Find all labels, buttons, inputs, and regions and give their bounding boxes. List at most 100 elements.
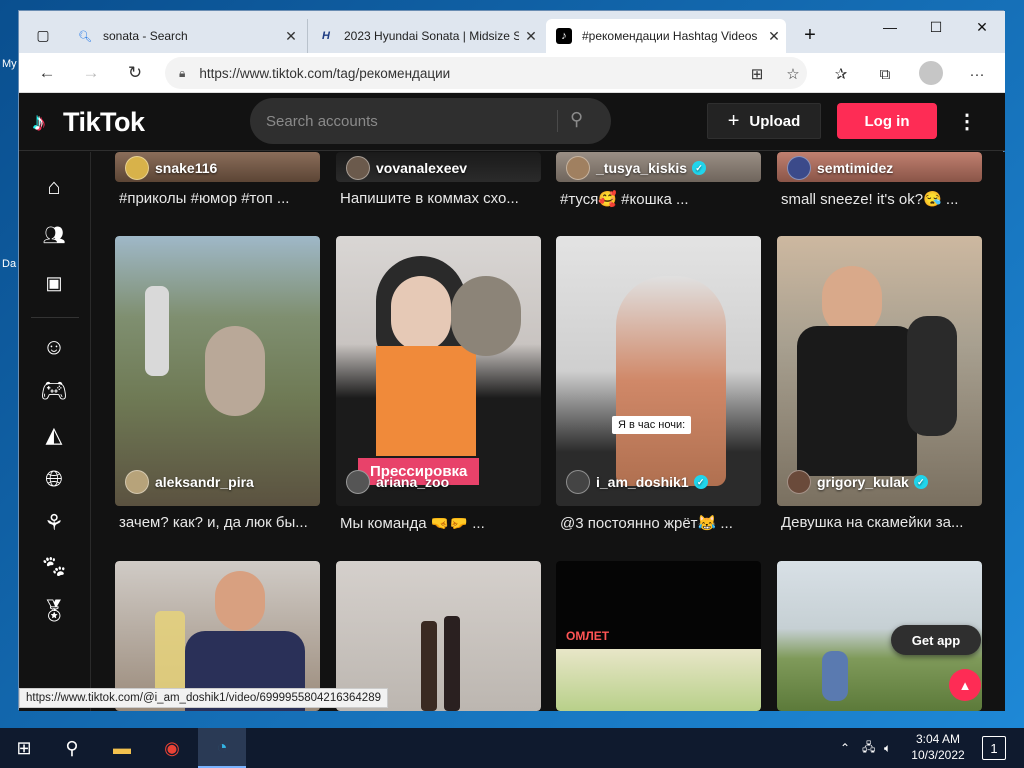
video-description[interactable]: зачем? как? и, да люк бы... (119, 514, 319, 531)
more-options-icon[interactable]: ⋮ (957, 109, 977, 134)
app-available-icon[interactable]: ⊞ (743, 60, 771, 88)
video-description[interactable]: Напишите в коммах схо... (340, 190, 540, 207)
video-description[interactable]: Девушка на скамейки за... (781, 514, 981, 531)
video-card[interactable]: vovanalexeev Напишите в коммах схо... (336, 152, 541, 222)
sidebar-divider (31, 317, 79, 318)
tab-actions-icon[interactable]: ▢ (27, 19, 59, 51)
video-overlay-text: ОМЛЕТ (566, 629, 610, 643)
video-card[interactable]: Я в час ночи: i_am_doshik1 ✓ @3 постоянно… (556, 236, 761, 546)
video-card[interactable]: snake116 #приколы #юмор #топ ... (115, 152, 320, 222)
search-icon[interactable]: ⚲ (48, 728, 96, 768)
upload-button[interactable]: + Upload (707, 103, 821, 139)
video-card[interactable]: semtimidez small sneeze! it's ok?😪 ... (777, 152, 982, 222)
video-description[interactable]: #приколы #юмор #топ ... (119, 190, 319, 207)
author-label[interactable]: _tusya_kiskis ✓ (566, 156, 707, 180)
video-description[interactable]: @3 постоянно жрёт😹 ... (560, 514, 760, 532)
person-figure (822, 651, 848, 701)
lock-icon[interactable]: 🔒︎ (179, 66, 185, 81)
close-tab-icon[interactable]: ✕ (762, 28, 786, 45)
search-box[interactable]: Search accounts ⚲ (250, 98, 611, 144)
system-clock[interactable]: 3:04 AM 10/3/2022 (900, 731, 976, 763)
live-icon[interactable]: ▣ (39, 268, 69, 298)
video-card[interactable]: aleksandr_pira зачем? как? и, да люк бы.… (115, 236, 320, 546)
video-thumbnail[interactable]: Прессировка (336, 236, 541, 506)
tab-tiktok[interactable]: ♪ #рекомендации Hashtag Videos ✕ (546, 19, 786, 53)
desktop-icon-label[interactable]: My (2, 58, 17, 70)
video-card[interactable]: _tusya_kiskis ✓ #туся🥰 #кошка ... (556, 152, 761, 222)
video-thumbnail[interactable] (115, 236, 320, 506)
desktop-icon-label[interactable]: Da (2, 258, 16, 270)
address-bar[interactable]: 🔒︎ https://www.tiktok.com/tag/рекомендац… (165, 57, 807, 89)
tab-search[interactable]: 🔍︎ sonata - Search ✕ (67, 19, 303, 53)
author-label[interactable]: grigory_kulak ✓ (787, 470, 928, 494)
author-label[interactable]: aleksandr_pira (125, 470, 254, 494)
video-card[interactable]: ОМЛЕТ (556, 561, 761, 711)
avatar (125, 470, 149, 494)
search-input[interactable]: Search accounts (266, 113, 378, 130)
animals-icon[interactable]: 🐾︎ (39, 552, 69, 582)
close-tab-icon[interactable]: ✕ (279, 28, 303, 45)
goat-figure (205, 326, 265, 416)
search-icon: 🔍︎ (78, 30, 92, 43)
avatar (566, 470, 590, 494)
food-icon[interactable]: ◭ (39, 420, 69, 450)
gaming-icon[interactable]: 🎮︎ (39, 376, 69, 406)
close-window-button[interactable]: ✕ (959, 11, 1005, 43)
windows-start-icon[interactable]: ⊞ (0, 728, 48, 768)
get-app-button[interactable]: Get app (891, 625, 981, 655)
add-favorite-icon[interactable]: ☆ (779, 60, 807, 88)
profile-avatar[interactable] (919, 61, 943, 85)
search-icon[interactable]: ⚲ (570, 109, 594, 133)
author-label[interactable]: i_am_doshik1 ✓ (566, 470, 708, 494)
close-tab-icon[interactable]: ✕ (519, 28, 543, 45)
settings-more-icon[interactable]: ··· (963, 60, 991, 88)
video-description[interactable]: Мы команда 🤜🤛 ... (340, 514, 540, 532)
notification-center-icon[interactable]: 1 (982, 736, 1006, 760)
tiktok-logo-icon: ♪ (556, 28, 572, 44)
video-thumbnail[interactable]: ОМЛЕТ (556, 561, 761, 711)
minimize-button[interactable]: — (867, 11, 913, 43)
author-label[interactable]: snake116 (125, 156, 217, 180)
author-label[interactable]: semtimidez (787, 156, 893, 180)
avatar (125, 156, 149, 180)
person-figure (145, 286, 169, 376)
file-explorer-icon[interactable]: ▬ (98, 728, 146, 768)
login-button[interactable]: Log in (837, 103, 937, 139)
collections-icon[interactable]: ⧉ (871, 60, 899, 88)
video-description[interactable]: #туся🥰 #кошка ... (560, 190, 760, 208)
beauty-icon[interactable]: ⚘ (39, 508, 69, 538)
author-label[interactable]: vovanalexeev (346, 156, 467, 180)
network-icon[interactable]: 🖧︎ (862, 728, 875, 768)
video-card[interactable]: grigory_kulak ✓ Девушка на скамейки за... (777, 236, 982, 546)
following-icon[interactable]: 👥︎ (39, 220, 69, 250)
author-label[interactable]: ariana_zoo (346, 470, 449, 494)
avatar (346, 156, 370, 180)
back-icon[interactable]: ← (33, 59, 61, 87)
home-icon[interactable]: ⌂ (39, 172, 69, 202)
favorites-icon[interactable]: ✰ (827, 60, 855, 88)
logo-text: TikTok (63, 107, 145, 137)
tab-hyundai[interactable]: H 2023 Hyundai Sonata | Midsize S ✕ (307, 19, 543, 53)
scroll-to-top-button[interactable]: ▲ (949, 669, 981, 701)
chrome-icon[interactable]: ◉ (148, 728, 196, 768)
refresh-icon[interactable]: ↻ (121, 59, 149, 87)
video-thumbnail[interactable] (777, 236, 982, 506)
verified-icon: ✓ (693, 475, 708, 489)
travel-icon[interactable]: 🌐︎ (39, 464, 69, 494)
sports-icon[interactable]: 🏅︎ (39, 596, 69, 626)
shirt-shape (376, 346, 476, 466)
forward-icon[interactable]: → (77, 59, 105, 87)
tray-chevron-icon[interactable]: ⌃ (840, 728, 850, 768)
maximize-button[interactable]: ☐ (913, 11, 959, 43)
video-card[interactable]: Прессировка ariana_zoo Мы команда 🤜🤛 ... (336, 236, 541, 546)
new-tab-button[interactable]: + (787, 19, 833, 51)
volume-icon[interactable]: 🔈︎ (884, 728, 891, 768)
avatar (787, 470, 811, 494)
comedy-icon[interactable]: ☺ (39, 332, 69, 362)
edge-icon[interactable]: ◔ (198, 728, 246, 768)
tiktok-logo[interactable]: ♪ TikTok (33, 107, 145, 138)
taskbar: ⊞ ⚲ ▬ ◉ ◔ ⌃ 🖧︎ 🔈︎ 3:04 AM 10/3/2022 1 (0, 728, 1024, 768)
video-description[interactable]: small sneeze! it's ok?😪 ... (781, 190, 981, 208)
video-thumbnail[interactable]: Я в час ночи: (556, 236, 761, 506)
video-overlay-text: Я в час ночи: (612, 416, 692, 434)
